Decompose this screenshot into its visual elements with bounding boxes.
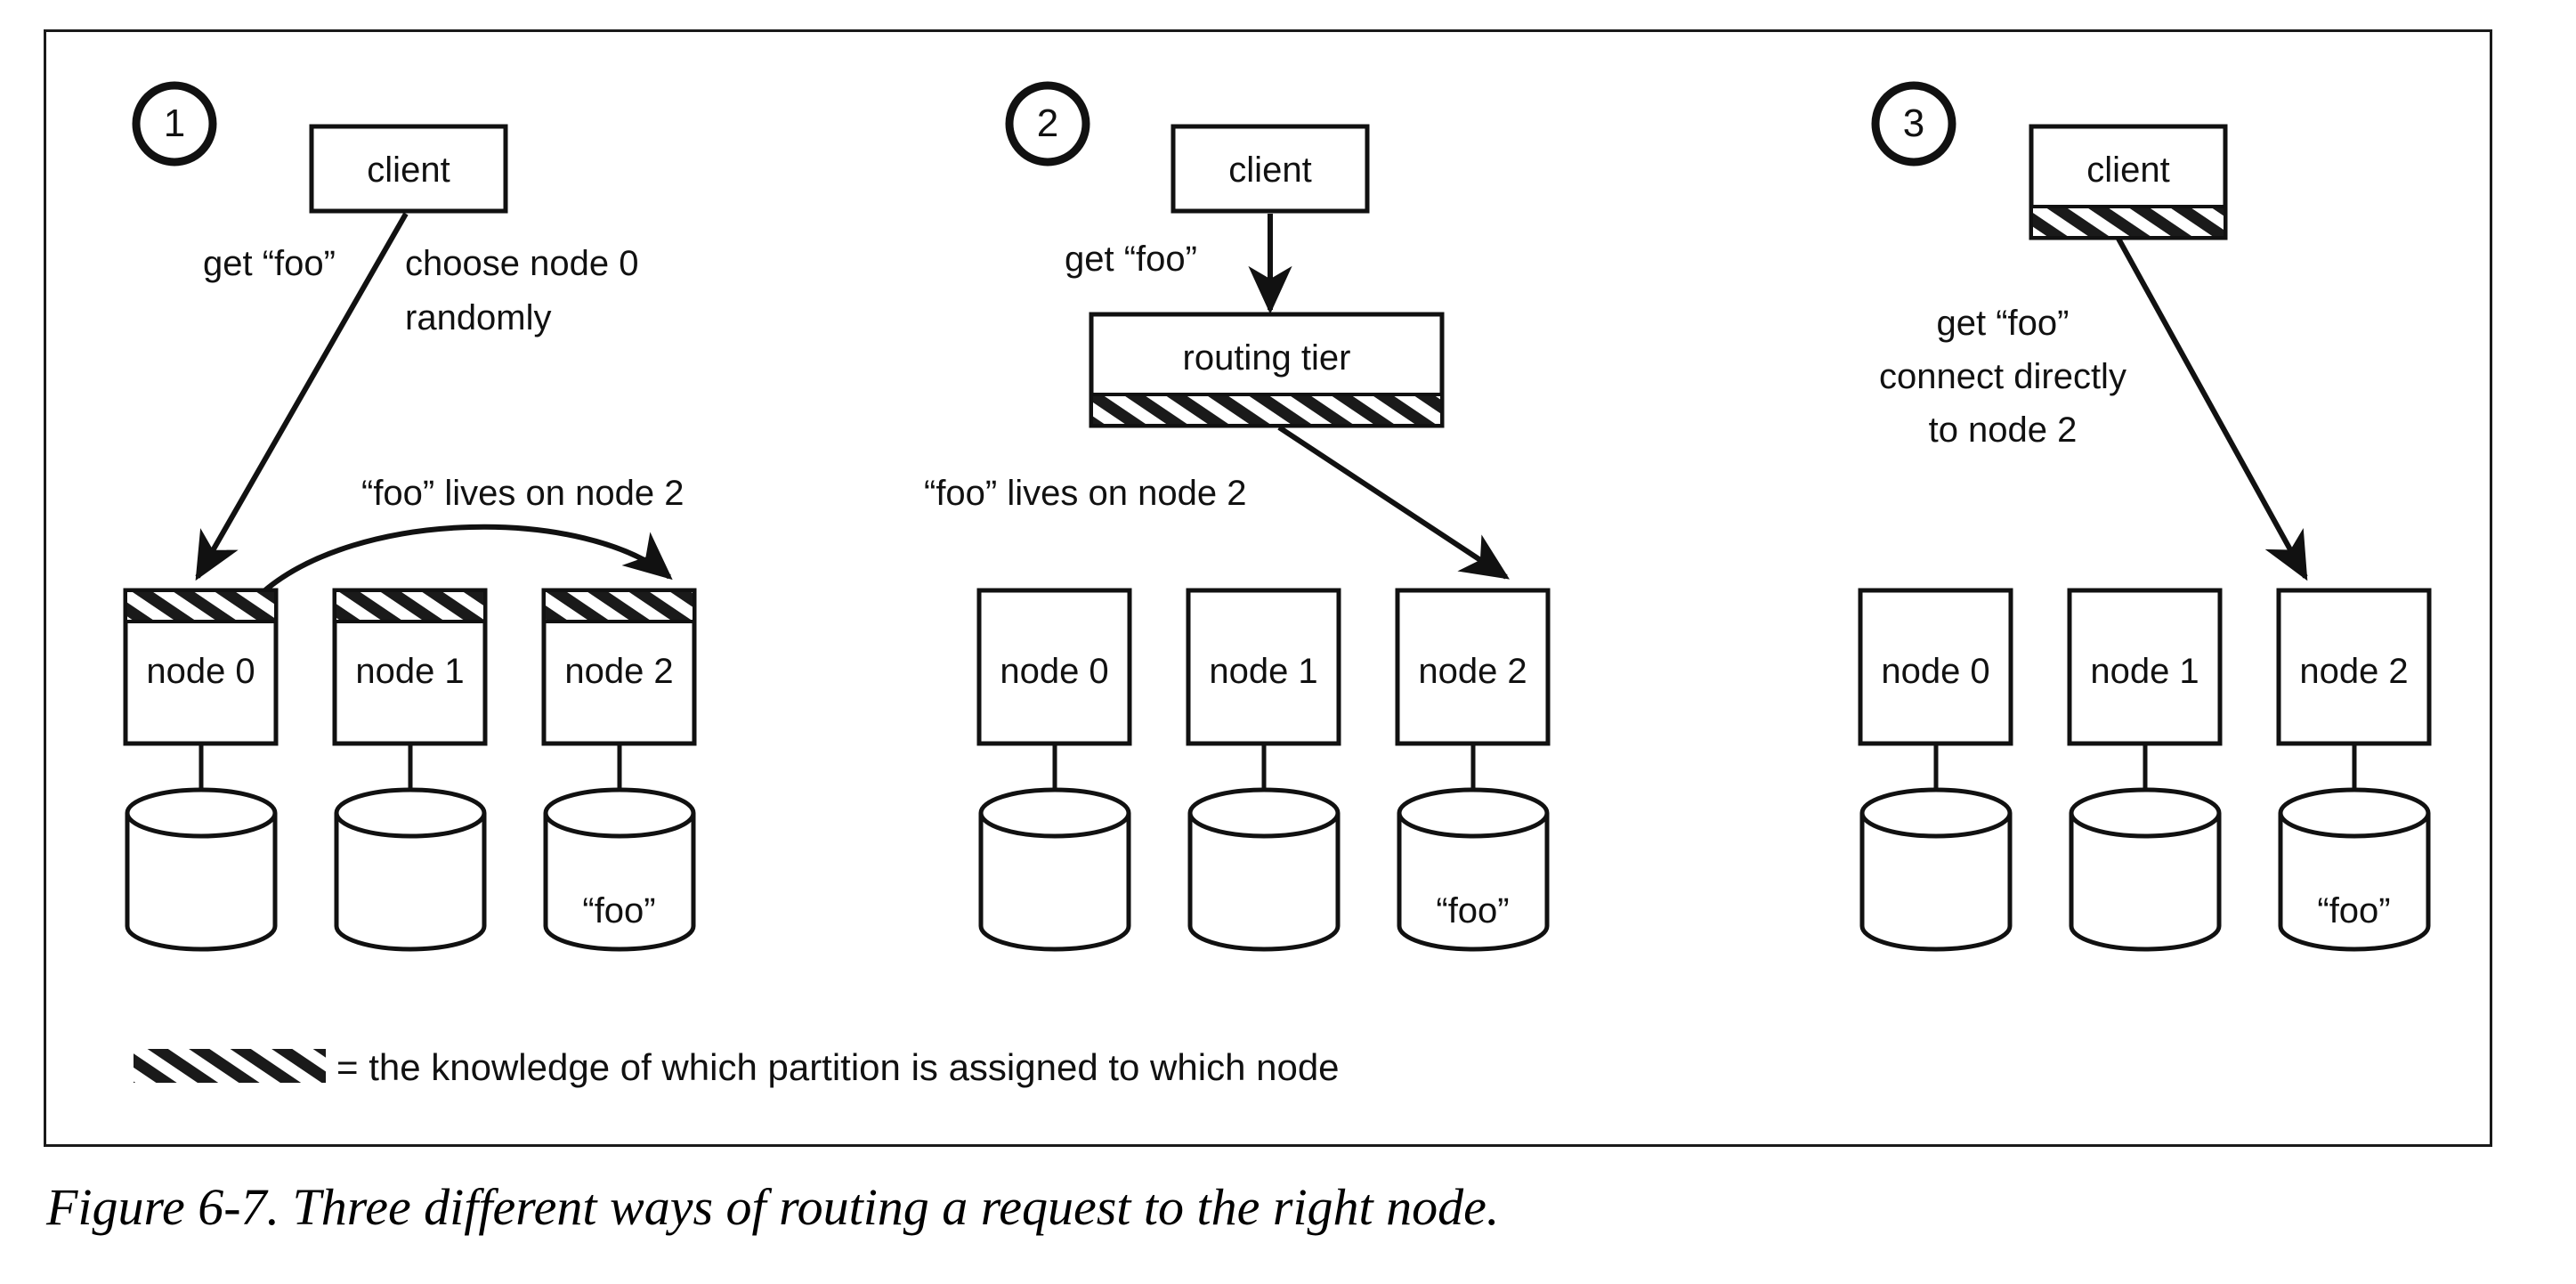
panel-3-request-label-line1: get “foo” xyxy=(1936,304,2070,343)
panel-3-number: 3 xyxy=(1902,102,1925,145)
panel-3-request-label-line3: to node 2 xyxy=(1928,410,2078,450)
panel-3-node-2-label: node 2 xyxy=(2299,652,2409,691)
panel-1-client-label: client xyxy=(367,150,450,190)
panel-1-store-2-label: “foo” xyxy=(582,891,656,930)
panel-3-node-1-label: node 1 xyxy=(2090,652,2199,691)
panel-1-node-1-label: node 1 xyxy=(355,652,465,691)
panel-2-client-label: client xyxy=(1228,150,1312,190)
legend-description: = the knowledge of which partition is as… xyxy=(336,1046,1340,1088)
panel-1-request-label: get “foo” xyxy=(203,244,336,283)
panel-1-choose-label-line2: randomly xyxy=(405,298,552,337)
panel-2-number: 2 xyxy=(1036,102,1059,145)
panel-1-node-2-label: node 2 xyxy=(564,652,674,691)
panel-1-forward-label: “foo” lives on node 2 xyxy=(361,474,685,513)
panel-3-request-label-line2: connect directly xyxy=(1879,357,2126,396)
panel-2-request-label: get “foo” xyxy=(1065,240,1197,279)
panel-1-number: 1 xyxy=(163,102,186,145)
panel-2-node-2-label: node 2 xyxy=(1418,652,1527,691)
figure-caption: Figure 6-7. Three different ways of rout… xyxy=(46,1178,1500,1236)
panel-2-node-0-label: node 0 xyxy=(1000,652,1109,691)
figure-border xyxy=(44,29,2492,1147)
panel-3-client-label: client xyxy=(2086,150,2170,190)
panel-1-choose-label-line1: choose node 0 xyxy=(405,244,639,283)
panel-2-node-1-label: node 1 xyxy=(1209,652,1318,691)
panel-1-node-0-label: node 0 xyxy=(146,652,255,691)
panel-2-store-2-label: “foo” xyxy=(1436,891,1510,930)
panel-3-node-0-label: node 0 xyxy=(1881,652,1990,691)
panel-3-store-2-label: “foo” xyxy=(2317,891,2391,930)
figure-root: 1 client get “foo” choose node 0 randoml… xyxy=(0,0,2576,1284)
panel-2-forward-label: “foo” lives on node 2 xyxy=(924,474,1247,513)
panel-2-router-label: routing tier xyxy=(1182,338,1351,378)
